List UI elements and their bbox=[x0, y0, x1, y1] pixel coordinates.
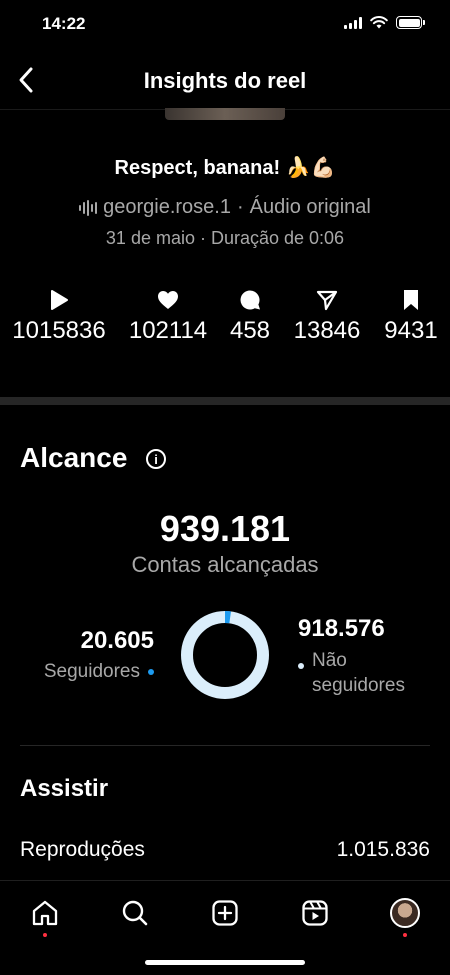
watch-section-title: Assistir bbox=[20, 775, 109, 802]
stat-likes: 102114 bbox=[127, 288, 209, 345]
accounts-reached-label: Contas alcançadas bbox=[131, 552, 319, 577]
non-followers-label: Não seguidores bbox=[312, 650, 405, 696]
audio-wave-icon bbox=[79, 199, 98, 216]
tab-create[interactable] bbox=[205, 893, 245, 933]
audio-author: georgie.rose.1 bbox=[103, 196, 231, 218]
stat-saves-value: 9431 bbox=[384, 317, 438, 344]
stat-likes-value: 102114 bbox=[128, 317, 208, 344]
followers-value: 20.605 bbox=[80, 627, 154, 654]
non-followers-legend-dot bbox=[298, 663, 304, 669]
stat-plays: 1015836 bbox=[8, 288, 110, 345]
reach-section-title: Alcance bbox=[20, 442, 128, 473]
engagement-stats: 1015836 102114 458 13846 9431 bbox=[0, 288, 450, 348]
stat-saves: 9431 bbox=[380, 288, 442, 345]
plays-value: 1.015.836 bbox=[336, 838, 430, 861]
status-time: 14:22 bbox=[42, 14, 86, 33]
play-icon bbox=[51, 290, 68, 310]
tab-search[interactable] bbox=[115, 893, 155, 933]
home-icon bbox=[32, 900, 58, 926]
create-icon bbox=[212, 900, 238, 926]
top-header: Insights do reel bbox=[0, 52, 450, 110]
stat-comments: 458 bbox=[224, 288, 276, 345]
stat-comments-value: 458 bbox=[229, 317, 271, 344]
reel-caption: Respect, banana! 🍌💪🏻 bbox=[114, 157, 336, 179]
home-notification-dot bbox=[43, 933, 47, 937]
profile-notification-dot bbox=[403, 933, 407, 937]
heart-icon bbox=[158, 291, 178, 309]
bookmark-icon bbox=[404, 290, 418, 310]
tab-home[interactable] bbox=[25, 893, 65, 937]
section-divider bbox=[0, 397, 450, 405]
followers-legend-dot bbox=[148, 669, 154, 675]
plays-label: Reproduções bbox=[20, 838, 145, 861]
stat-shares-value: 13846 bbox=[293, 317, 361, 344]
status-bar: 14:22 bbox=[0, 0, 450, 50]
status-icons bbox=[344, 16, 425, 29]
non-followers-value: 918.576 bbox=[298, 615, 385, 642]
followers-label: Seguidores bbox=[43, 661, 140, 682]
tab-profile[interactable] bbox=[385, 893, 425, 937]
tab-reels[interactable] bbox=[295, 893, 335, 933]
reels-icon bbox=[302, 900, 328, 926]
profile-avatar bbox=[390, 898, 420, 928]
audio-separator: · bbox=[237, 196, 244, 218]
reach-donut-chart bbox=[181, 611, 269, 699]
cellular-signal-icon bbox=[344, 16, 362, 29]
comment-icon bbox=[240, 290, 260, 310]
audio-label: Áudio original bbox=[249, 196, 371, 218]
page-title: Insights do reel bbox=[143, 68, 307, 93]
accounts-reached-value: 939.181 bbox=[159, 508, 291, 549]
stat-plays-value: 1015836 bbox=[12, 317, 106, 344]
info-icon[interactable]: i bbox=[146, 449, 166, 469]
share-icon bbox=[316, 290, 338, 311]
reel-insights-screen: 14:22 Insights do reel Respect, banana! … bbox=[0, 0, 450, 975]
post-date-duration: 31 de maio · Duração de 0:06 bbox=[105, 228, 345, 248]
home-indicator bbox=[145, 960, 305, 965]
battery-icon bbox=[396, 16, 425, 29]
reel-thumbnail[interactable] bbox=[165, 108, 285, 120]
divider bbox=[20, 745, 430, 746]
plays-row: Reproduções 1.015.836 bbox=[20, 838, 430, 862]
search-icon bbox=[122, 900, 148, 926]
stat-shares: 13846 bbox=[288, 288, 366, 345]
non-followers-stat: 918.576 Não seguidores bbox=[298, 615, 405, 698]
audio-attribution[interactable]: georgie.rose.1 · Áudio original bbox=[0, 196, 450, 219]
followers-stat: 20.605 Seguidores bbox=[44, 627, 154, 683]
wifi-icon bbox=[370, 16, 388, 29]
donut-non-followers-segment bbox=[181, 611, 269, 699]
